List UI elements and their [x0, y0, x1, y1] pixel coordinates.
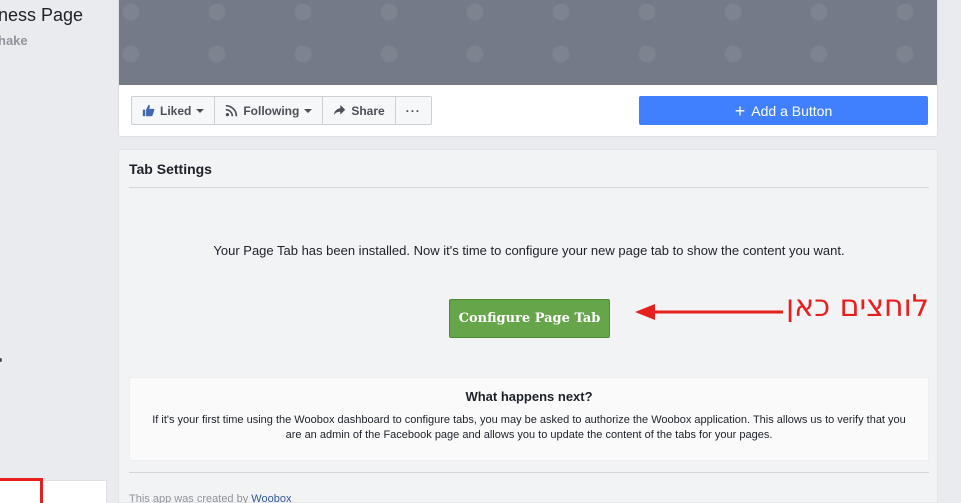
- divider: [129, 187, 929, 188]
- page-action-bar: Liked Following Share ···: [131, 96, 432, 125]
- share-button[interactable]: Share: [323, 96, 396, 125]
- page-handle[interactable]: hake: [0, 33, 28, 48]
- thumbs-up-icon: [142, 104, 155, 117]
- what-next-body: If it's your first time using the Woobox…: [152, 414, 906, 441]
- annotation-arrow-icon: [635, 304, 783, 320]
- chevron-down-icon: [196, 108, 205, 113]
- divider: [129, 472, 929, 473]
- plus-icon: +: [734, 100, 746, 121]
- more-options-button[interactable]: ···: [395, 96, 432, 125]
- configure-page-tab-button[interactable]: Configure Page Tab: [449, 299, 610, 338]
- page-header-card: Liked Following Share ··· + Add a Button: [118, 0, 938, 137]
- left-sidebar: ness Page hake: [0, 0, 107, 503]
- following-button[interactable]: Following: [215, 96, 324, 125]
- add-a-button[interactable]: + Add a Button: [639, 96, 928, 125]
- share-arrow-icon: [334, 104, 346, 116]
- tab-settings-panel: Tab Settings Your Page Tab has been inst…: [118, 149, 938, 503]
- chevron-down-icon: [304, 108, 313, 113]
- share-label: Share: [351, 103, 385, 118]
- what-next-box: What happens next? If it's your first ti…: [129, 377, 929, 461]
- rss-icon: [226, 104, 238, 117]
- tab-settings-title: Tab Settings: [129, 161, 212, 177]
- add-button-label: Add a Button: [751, 102, 833, 119]
- installed-message: Your Page Tab has been installed. Now it…: [213, 243, 845, 258]
- page-name[interactable]: ness Page: [0, 5, 83, 26]
- highlight-box: [0, 478, 43, 503]
- app-credit: This app was created by Woobox: [129, 493, 291, 503]
- annotation-label: לוחצים כאן: [786, 289, 929, 324]
- woobox-link[interactable]: Woobox: [251, 493, 291, 503]
- liked-label: Liked: [160, 103, 192, 118]
- sidebar-dot: [0, 358, 2, 362]
- app-credit-prefix: This app was created by: [129, 493, 252, 503]
- what-next-title: What happens next?: [465, 389, 593, 404]
- ellipsis-icon: ···: [405, 103, 421, 118]
- following-label: Following: [243, 103, 300, 118]
- liked-button[interactable]: Liked: [131, 96, 216, 125]
- cover-photo[interactable]: [119, 0, 937, 85]
